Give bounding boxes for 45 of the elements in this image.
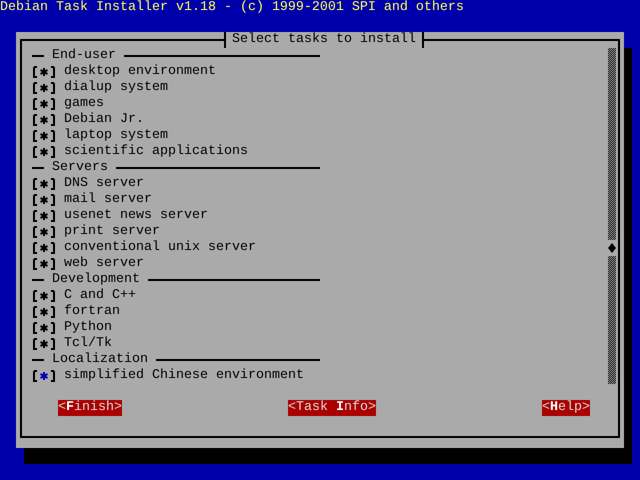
task-label[interactable]: dialup system bbox=[64, 80, 168, 96]
checkbox[interactable] bbox=[32, 128, 56, 144]
dialog-button[interactable]: <Help> bbox=[542, 400, 590, 416]
task-label[interactable]: conventional unix server bbox=[64, 240, 256, 256]
checkbox[interactable] bbox=[32, 176, 56, 192]
checkbox[interactable] bbox=[32, 144, 56, 160]
checkbox[interactable] bbox=[32, 80, 56, 96]
checkbox[interactable] bbox=[32, 320, 56, 336]
section-header: Localization bbox=[52, 352, 148, 368]
dialog-button[interactable]: <Finish> bbox=[58, 400, 122, 416]
checkbox[interactable] bbox=[32, 336, 56, 352]
checkbox[interactable] bbox=[32, 240, 56, 256]
scrollbar[interactable] bbox=[608, 48, 616, 384]
task-label[interactable]: usenet news server bbox=[64, 208, 208, 224]
task-label[interactable]: Tcl/Tk bbox=[64, 336, 112, 352]
checkbox[interactable] bbox=[32, 256, 56, 272]
dialog-title: Select tasks to install bbox=[224, 32, 424, 48]
section-header: End-user bbox=[52, 48, 116, 64]
dialog-button[interactable]: <Task Info> bbox=[288, 400, 376, 416]
task-label[interactable]: DNS server bbox=[64, 176, 144, 192]
task-label[interactable]: Debian Jr. bbox=[64, 112, 144, 128]
task-label[interactable]: mail server bbox=[64, 192, 152, 208]
checkbox[interactable] bbox=[32, 112, 56, 128]
section-header: Development bbox=[52, 272, 140, 288]
checkbox[interactable] bbox=[32, 96, 56, 112]
task-label[interactable]: simplified Chinese environment bbox=[64, 368, 304, 384]
task-label[interactable]: laptop system bbox=[64, 128, 168, 144]
scroll-thumb[interactable] bbox=[608, 243, 616, 253]
checkbox[interactable] bbox=[32, 224, 56, 240]
task-label[interactable]: fortran bbox=[64, 304, 120, 320]
task-label[interactable]: Python bbox=[64, 320, 112, 336]
task-label[interactable]: web server bbox=[64, 256, 144, 272]
screen-title: Debian Task Installer v1.18 - (c) 1999-2001 SPI and others bbox=[0, 0, 465, 16]
checkbox[interactable] bbox=[32, 64, 56, 80]
task-label[interactable]: games bbox=[64, 96, 104, 112]
section-header: Servers bbox=[52, 160, 108, 176]
checkbox[interactable] bbox=[32, 288, 56, 304]
task-label[interactable]: print server bbox=[64, 224, 160, 240]
task-label[interactable]: C and C++ bbox=[64, 288, 136, 304]
checkbox[interactable] bbox=[32, 208, 56, 224]
checkbox[interactable] bbox=[32, 192, 56, 208]
checkbox[interactable] bbox=[32, 304, 56, 320]
task-label[interactable]: desktop environment bbox=[64, 64, 216, 80]
task-label[interactable]: scientific applications bbox=[64, 144, 248, 160]
checkbox[interactable] bbox=[32, 368, 56, 384]
